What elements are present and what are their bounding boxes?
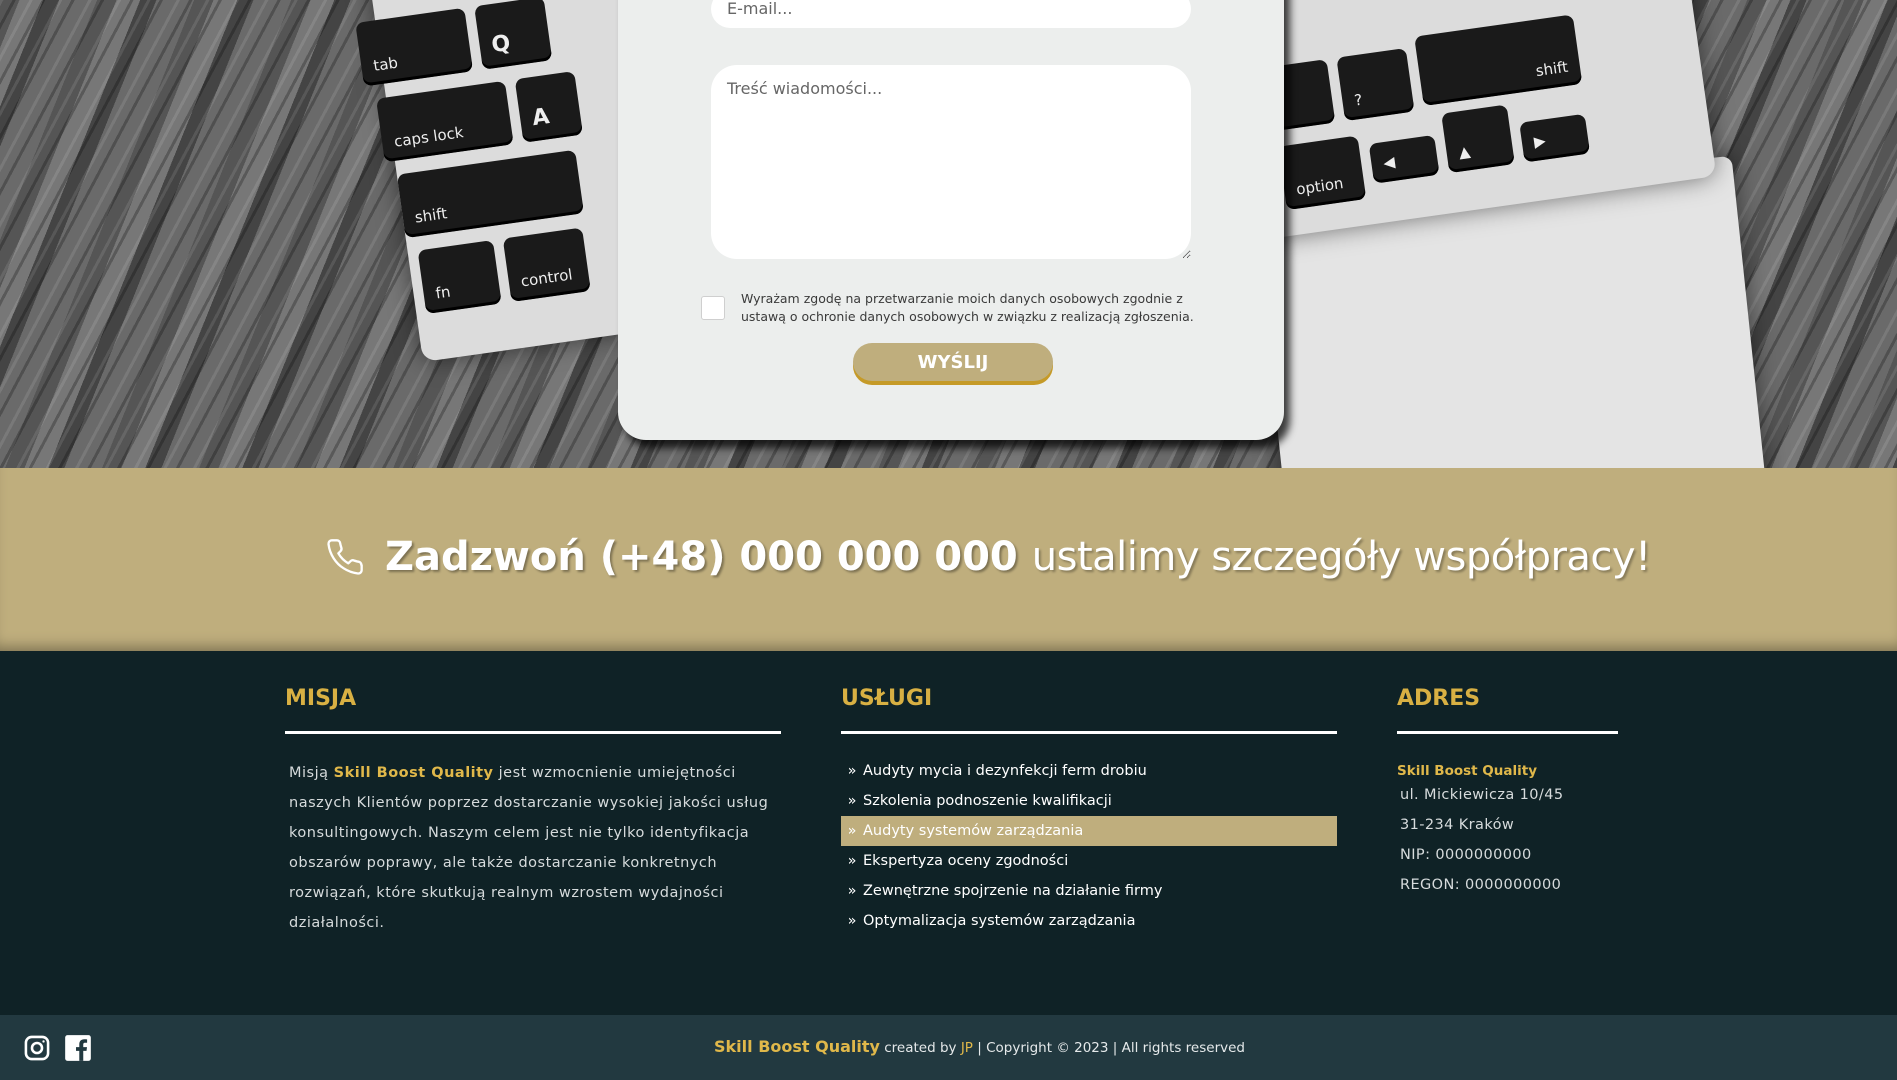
- send-button[interactable]: WYŚLIJ: [853, 343, 1053, 381]
- chevron-double-right-icon: »: [847, 823, 857, 839]
- keyboard-key: Q: [474, 0, 553, 70]
- chevron-double-right-icon: »: [847, 793, 857, 809]
- copyright-brand[interactable]: Skill Boost Quality: [714, 1037, 880, 1056]
- chevron-double-right-icon: »: [847, 763, 857, 779]
- mission-text: Misją Skill Boost Quality jest wzmocnien…: [289, 765, 769, 931]
- keyboard-key: A: [514, 71, 584, 143]
- address-street: ul. Mickiewicza 10/45: [1400, 787, 1564, 803]
- service-link[interactable]: » Ekspertyza oceny zgodności: [841, 846, 1337, 876]
- keyboard-key: ▶: [1519, 113, 1591, 163]
- chevron-double-right-icon: »: [847, 913, 857, 929]
- address-block: Skill Boost Quality ul. Mickiewicza 10/4…: [1397, 762, 1618, 900]
- address-city: 31-234 Kraków: [1400, 817, 1515, 833]
- mission-heading: MISJA: [285, 686, 781, 734]
- keyboard-key: control: [502, 227, 591, 303]
- facebook-icon[interactable]: [64, 1034, 92, 1062]
- address-nip: NIP: 0000000000: [1400, 847, 1532, 863]
- email-field[interactable]: [711, 0, 1191, 28]
- keyboard-key: shift: [396, 149, 584, 239]
- consent-label: Wyrażam zgodę na przetwarzanie moich dan…: [741, 291, 1194, 324]
- address-brand: Skill Boost Quality: [1397, 763, 1538, 779]
- address-heading: ADRES: [1397, 686, 1618, 734]
- services-list: » Audyty mycia i dezynfekcji ferm drobiu …: [841, 756, 1337, 936]
- service-link[interactable]: » Optymalizacja systemów zarządzania: [841, 906, 1337, 936]
- keyboard-key: ▲: [1441, 104, 1515, 174]
- keyboard-key: shift: [1414, 14, 1583, 107]
- keyboard-key: ?: [1336, 47, 1415, 122]
- service-link-active[interactable]: » Audyty systemów zarządzania: [841, 816, 1337, 846]
- service-link[interactable]: » Audyty mycia i dezynfekcji ferm drobiu: [841, 756, 1337, 786]
- footer-mission-column: MISJA Misją Skill Boost Quality jest wzm…: [285, 686, 781, 938]
- message-textarea[interactable]: [711, 65, 1191, 259]
- chevron-double-right-icon: »: [847, 883, 857, 899]
- call-to-action-band: Zadzwoń (+48) 000 000 000 ustalimy szcze…: [0, 468, 1897, 651]
- mission-brand: Skill Boost Quality: [333, 765, 494, 781]
- instagram-icon[interactable]: [23, 1034, 51, 1062]
- contact-form-card: Wyrażam zgodę na przetwarzanie moich dan…: [618, 0, 1284, 440]
- keyboard-key: ◀: [1368, 134, 1440, 184]
- copyright-text: Skill Boost Quality created by JP | Copy…: [714, 1037, 1245, 1056]
- author-link[interactable]: JP: [961, 1040, 973, 1056]
- phone-number-text[interactable]: Zadzwoń (+48) 000 000 000: [385, 534, 1018, 580]
- service-link[interactable]: » Szkolenia podnoszenie kwalifikacji: [841, 786, 1337, 816]
- keyboard-key: option: [1278, 135, 1367, 211]
- call-to-action: Zadzwoń (+48) 000 000 000 ustalimy szcze…: [325, 534, 1651, 580]
- keyboard-key: fn: [417, 240, 502, 314]
- footer-address-column: ADRES Skill Boost Quality ul. Mickiewicz…: [1397, 686, 1618, 900]
- phone-icon: [327, 539, 363, 575]
- bottom-bar: Skill Boost Quality created by JP | Copy…: [0, 1015, 1897, 1080]
- call-subtext: ustalimy szczegóły współpracy!: [1031, 534, 1651, 580]
- address-regon: REGON: 0000000000: [1400, 877, 1562, 893]
- footer: MISJA Misją Skill Boost Quality jest wzm…: [0, 651, 1897, 1015]
- consent-checkbox[interactable]: [701, 296, 725, 320]
- chevron-double-right-icon: »: [847, 853, 857, 869]
- services-heading: USŁUGI: [841, 686, 1337, 734]
- keyboard-key: tab: [355, 7, 474, 87]
- hero-background: tab Q caps lock A shift fn control › ? s…: [0, 0, 1897, 468]
- service-link[interactable]: » Zewnętrzne spojrzenie na działanie firm…: [841, 876, 1337, 906]
- footer-services-column: USŁUGI » Audyty mycia i dezynfekcji ferm …: [841, 686, 1337, 936]
- keyboard-key: caps lock: [376, 80, 514, 163]
